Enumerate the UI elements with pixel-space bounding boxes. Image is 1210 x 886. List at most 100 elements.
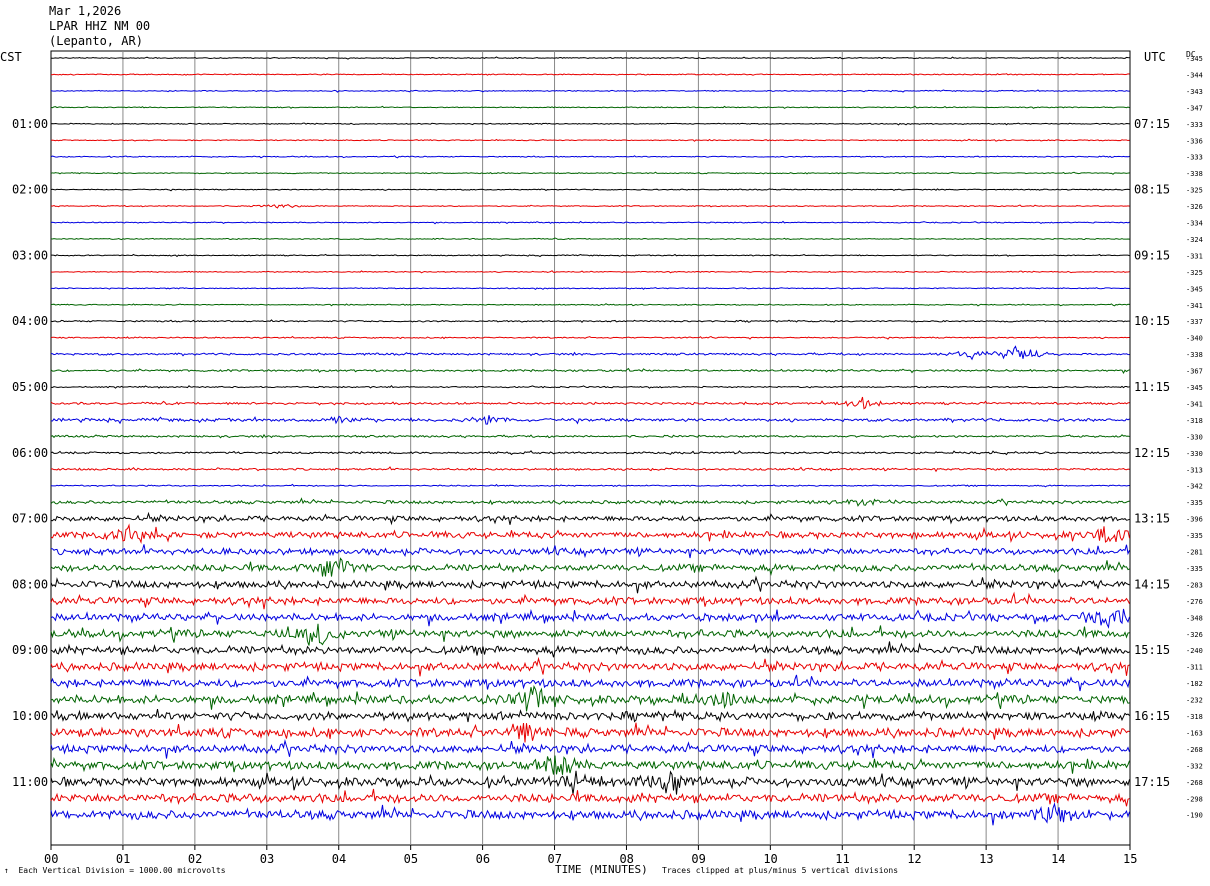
- seismic-trace: [50, 802, 1130, 826]
- right-time-label: 14:15: [1134, 577, 1170, 591]
- dc-offset-label: -340: [1186, 335, 1203, 343]
- footer-scale-note: ↑ Each Vertical Division = 1000.00 micro…: [4, 866, 226, 875]
- dc-offset-label: -345: [1186, 384, 1203, 392]
- seismic-trace: [50, 544, 1130, 559]
- seismic-trace: [50, 433, 1130, 439]
- right-time-label: 15:15: [1134, 643, 1170, 657]
- axes: -345 -344 -343 -347 -333 -336 -333 -338 -325 -326…: [12, 55, 1203, 866]
- seismic-trace: [50, 384, 1130, 389]
- dc-offset-label: -240: [1186, 647, 1203, 655]
- seismic-trace: [50, 708, 1130, 723]
- seismic-trace: [50, 483, 1130, 488]
- dc-offset-label: -336: [1186, 137, 1203, 145]
- dc-offset-label: -347: [1186, 104, 1203, 112]
- dc-offset-label: -367: [1186, 368, 1203, 376]
- x-tick-label: 01: [116, 852, 130, 866]
- seismic-trace: [50, 641, 1130, 658]
- dc-offset-label: -342: [1186, 483, 1203, 491]
- x-tick-label: 06: [476, 852, 490, 866]
- seismic-trace: [50, 155, 1130, 159]
- dc-offset-label: -326: [1186, 203, 1203, 211]
- dc-offset-label: -333: [1186, 121, 1203, 129]
- seismic-trace: [50, 220, 1130, 225]
- right-time-label: 17:15: [1134, 775, 1170, 789]
- seismic-trace: [50, 237, 1130, 241]
- dc-offset-label: -348: [1186, 614, 1203, 622]
- left-time-label: 02:00: [12, 183, 48, 197]
- dc-offset-label: -331: [1186, 252, 1203, 260]
- seismic-trace: [50, 523, 1130, 545]
- seismic-trace: [50, 674, 1130, 692]
- dc-offset-label: -396: [1186, 516, 1203, 524]
- left-time-label: 05:00: [12, 380, 48, 394]
- right-time-label: 08:15: [1134, 183, 1170, 197]
- dc-offset-label: -344: [1186, 71, 1203, 79]
- dc-offset-label: -283: [1186, 581, 1203, 589]
- helicorder-chart: CST UTC DC -345-344-343-347-333-336-333-…: [0, 50, 1203, 876]
- dc-offset-label: -330: [1186, 450, 1203, 458]
- seismic-trace: [50, 497, 1130, 507]
- seismic-trace: [50, 557, 1130, 577]
- seismic-trace: [50, 623, 1130, 646]
- seismic-trace: [50, 203, 1130, 209]
- seismic-trace: [50, 770, 1130, 795]
- seismic-trace: [50, 755, 1130, 775]
- corner-mark: ↑: [4, 866, 9, 875]
- left-time-label: 04:00: [12, 314, 48, 328]
- x-axis-title: TIME (MINUTES): [555, 863, 648, 876]
- seismic-trace: [50, 722, 1130, 743]
- dc-offset-label: -313: [1186, 466, 1203, 474]
- dc-offset-label: -338: [1186, 170, 1203, 178]
- seismic-trace: [50, 303, 1130, 307]
- dc-offset-label: -326: [1186, 631, 1203, 639]
- right-time-label: 07:15: [1134, 117, 1170, 131]
- dc-offset-label: -337: [1186, 318, 1203, 326]
- seismic-trace: [50, 415, 1130, 425]
- right-time-label: 11:15: [1134, 380, 1170, 394]
- dc-offset-label: -276: [1186, 598, 1203, 606]
- dc-offset-label: -232: [1186, 697, 1203, 705]
- seismic-trace: [50, 656, 1130, 677]
- seismic-trace: [50, 739, 1130, 759]
- x-tick-label: 10: [763, 852, 777, 866]
- grid-lines: [50, 50, 1131, 846]
- seismic-trace: [50, 466, 1130, 473]
- left-time-label: 06:00: [12, 446, 48, 460]
- dc-offset-label: -341: [1186, 400, 1203, 408]
- left-time-label: 03:00: [12, 248, 48, 262]
- dc-offset-label: -268: [1186, 746, 1203, 754]
- seismic-trace: [50, 56, 1130, 60]
- right-time-label: 13:15: [1134, 512, 1170, 526]
- right-timezone-label: UTC: [1144, 50, 1166, 64]
- left-time-label: 08:00: [12, 577, 48, 591]
- plot-frame: [50, 50, 1131, 846]
- dc-offset-label: -281: [1186, 549, 1203, 557]
- seismic-trace: [50, 345, 1130, 361]
- seismic-trace: [50, 608, 1130, 629]
- dc-offset-label: -182: [1186, 680, 1203, 688]
- seismic-trace: [50, 270, 1130, 274]
- seismic-trace: [50, 575, 1130, 594]
- left-time-label: 09:00: [12, 643, 48, 657]
- dc-offset-label: -345: [1186, 55, 1203, 63]
- seismic-trace: [50, 287, 1130, 291]
- seismic-trace: [50, 188, 1130, 192]
- dc-offset-label: -325: [1186, 269, 1203, 277]
- x-tick-label: 11: [835, 852, 849, 866]
- dc-offset-label: -343: [1186, 88, 1203, 96]
- seismic-trace: [50, 73, 1130, 76]
- dc-offset-label: -333: [1186, 154, 1203, 162]
- seismic-trace: [50, 511, 1130, 526]
- dc-offset-label: -163: [1186, 729, 1203, 737]
- left-time-label: 01:00: [12, 117, 48, 131]
- dc-offset-label: -311: [1186, 664, 1203, 672]
- x-tick-label: 02: [188, 852, 202, 866]
- seismic-trace: [50, 89, 1130, 93]
- dc-offset-label: -338: [1186, 351, 1203, 359]
- seismic-trace: [50, 105, 1130, 109]
- left-time-label: 07:00: [12, 512, 48, 526]
- x-tick-label: 14: [1051, 852, 1065, 866]
- dc-offset-label: -318: [1186, 713, 1203, 721]
- x-tick-label: 15: [1123, 852, 1137, 866]
- seismic-trace: [50, 591, 1130, 610]
